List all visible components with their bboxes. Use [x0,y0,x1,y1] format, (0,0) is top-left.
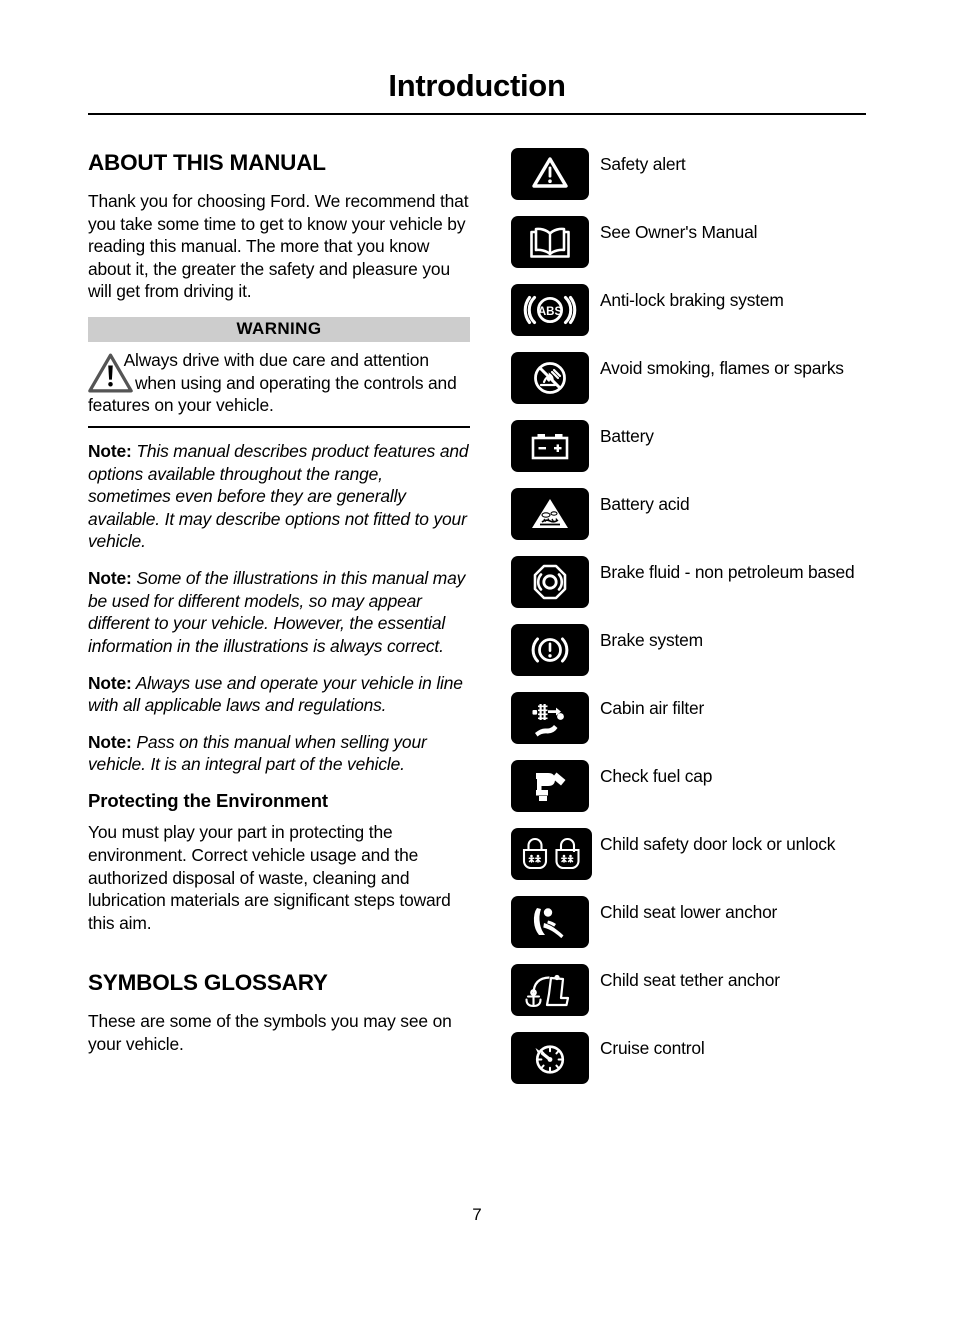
battery-acid-icon [511,488,589,540]
note-1-label: Note: [88,440,132,461]
symbols-glossary-heading: SYMBOLS GLOSSARY [88,970,328,996]
no-smoking-flames-icon [511,352,589,404]
warning-block: WARNING Always drive with due care and a… [88,317,470,428]
symbol-label: Brake system [600,630,703,650]
abs-icon: ABS [511,284,589,336]
symbol-row: Brake fluid - non petroleum based [511,556,911,624]
symbol-label: Child safety door lock or unlock [600,834,836,854]
symbol-row: Battery acid [511,488,911,556]
symbol-label: Brake fluid - non petroleum based [600,562,855,582]
protecting-environment-heading: Protecting the Environment [88,790,328,811]
child-safety-lock-icon [511,828,592,880]
warning-body: Always drive with due care and attention… [88,342,470,428]
safety-alert-icon [511,148,589,200]
note-3: Note: Always use and operate your vehicl… [88,672,470,717]
brake-fluid-icon [511,556,589,608]
symbol-row: Check fuel cap [511,760,911,828]
symbol-label: Anti-lock braking system [600,290,784,310]
symbol-label: Battery [600,426,654,446]
symbol-label: Child seat tether anchor [600,970,780,990]
symbol-label: Safety alert [600,154,686,174]
symbol-label: Cruise control [600,1038,705,1058]
note-1: Note: This manual describes product feat… [88,440,470,553]
symbol-row: Child seat tether anchor [511,964,911,1032]
note-4: Note: Pass on this manual when selling y… [88,731,470,776]
child-seat-lower-anchor-icon [511,896,589,948]
symbol-row: Safety alert [511,148,911,216]
warning-text: Always drive with due care and attention… [88,350,457,416]
about-intro-paragraph: Thank you for choosing Ford. We recommen… [88,190,469,302]
symbol-row: Brake system [511,624,911,692]
check-fuel-cap-icon [511,760,589,812]
symbol-row: Battery [511,420,911,488]
cabin-air-filter-icon [511,692,589,744]
symbol-label: Cabin air filter [600,698,705,718]
note-2-label: Note: [88,568,132,588]
note-4-text: Pass on this manual when selling your ve… [88,731,427,775]
symbol-row: Cruise control [511,1032,911,1100]
child-seat-tether-anchor-icon [511,964,589,1016]
symbol-row: Child seat lower anchor [511,896,911,964]
brake-system-icon [511,624,589,676]
note-4-label: Note: [88,731,132,752]
symbol-row: Avoid smoking, flames or sparks [511,352,911,420]
symbol-label: Avoid smoking, flames or sparks [600,358,844,378]
symbol-label: Battery acid [600,494,690,514]
note-3-text: Always use and operate your vehicle in l… [88,672,463,716]
symbol-label: See Owner's Manual [600,222,758,242]
warning-bottom-rule [88,425,470,428]
note-2-text: Some of the illustrations in this manual… [88,568,466,656]
symbol-label: Check fuel cap [600,766,713,786]
owners-manual-book-icon [511,216,589,268]
svg-text:ABS: ABS [538,306,563,318]
symbol-row: Child safety door lock or unlock [511,828,911,896]
battery-icon [511,420,589,472]
protecting-environment-paragraph: You must play your part in protecting th… [88,822,451,933]
page-title: Introduction [388,68,566,103]
header-divider [88,113,866,115]
note-1-text: This manual describes product features a… [88,440,469,552]
symbol-row: Cabin air filter [511,692,911,760]
page-number: 7 [472,1205,482,1224]
symbol-row: See Owner's Manual [511,216,911,284]
cruise-control-icon [511,1032,589,1084]
symbol-label: Child seat lower anchor [600,902,778,922]
symbols-glossary-paragraph: These are some of the symbols you may se… [88,1011,452,1054]
about-this-manual-heading: ABOUT THIS MANUAL [88,150,326,175]
warning-bar-label: WARNING [88,317,470,342]
note-2: Note: Some of the illustrations in this … [88,567,470,658]
note-3-label: Note: [88,672,132,693]
symbols-list: Safety alert See Owner's Manual ABS Anti… [511,148,911,1100]
symbol-row: ABS Anti-lock braking system [511,284,911,352]
left-column: ABOUT THIS MANUAL Thank you for choosing… [88,150,470,1070]
